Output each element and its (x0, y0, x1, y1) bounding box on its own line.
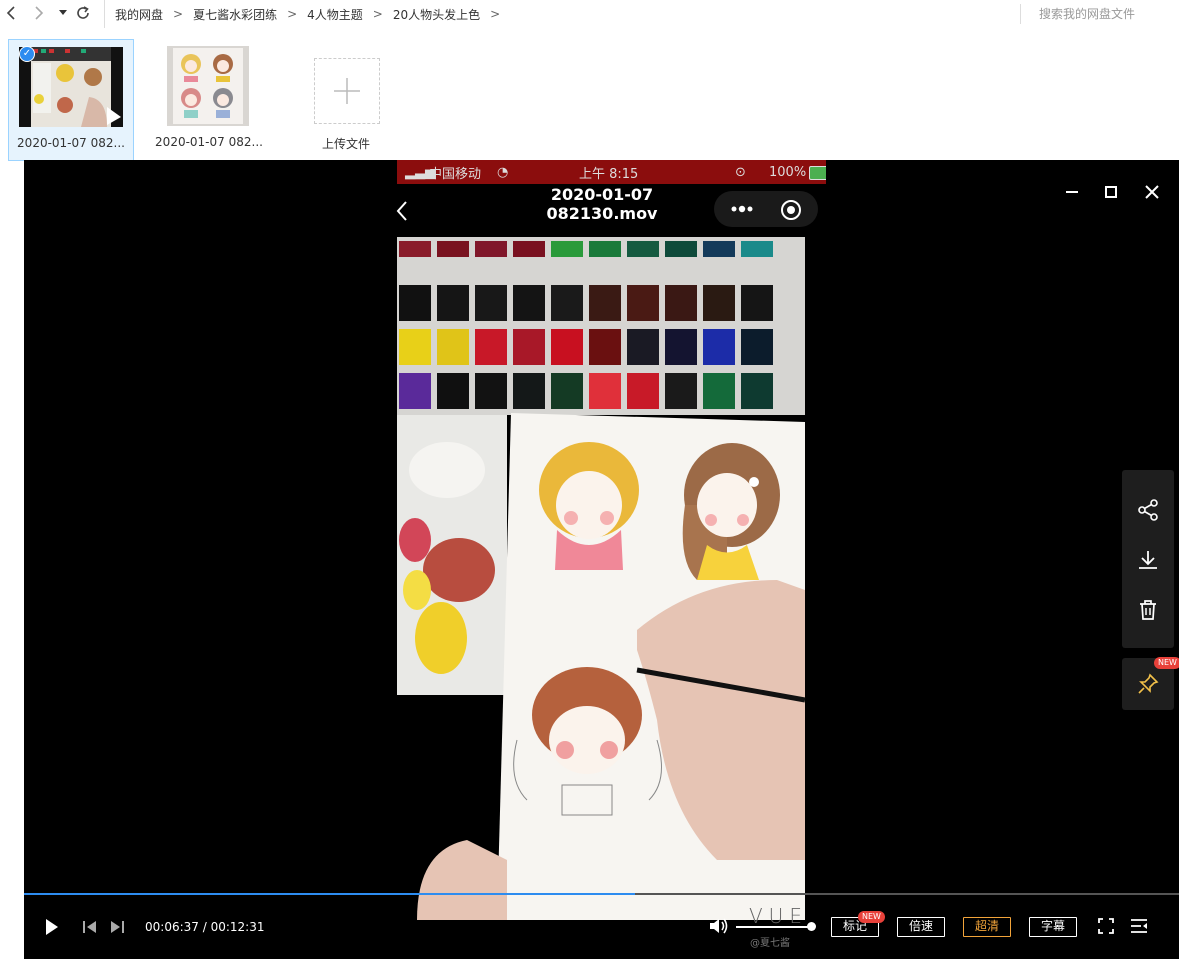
download-icon[interactable] (1136, 548, 1160, 572)
progress-fill (24, 893, 635, 895)
file-item-image[interactable]: 2020-01-07 082... (147, 39, 271, 159)
breadcrumb-item[interactable]: 4人物主题 (307, 6, 363, 23)
image-thumbnail (167, 46, 249, 126)
time-separator: / (202, 920, 211, 934)
previous-icon[interactable] (82, 919, 98, 938)
more-options-icon[interactable] (728, 201, 756, 217)
phone-status-bar: ▂▃▅ 中国移动 ◔ 上午 8:15 ⊙ 100% (397, 160, 826, 184)
quality-label: 超清 (974, 919, 999, 933)
share-icon[interactable] (1136, 498, 1160, 522)
maximize-icon[interactable] (1101, 182, 1121, 202)
file-item-video[interactable]: ✓ 2020-01-07 082... (8, 39, 134, 161)
breadcrumb-separator: > (372, 7, 383, 21)
time-display: 00:06:37 / 00:12:31 (145, 920, 265, 934)
control-bar: 00:06:37 / 00:12:31 VUE @夏七酱 标记 NEW 倍速 超… (24, 900, 1179, 959)
delete-icon[interactable] (1136, 598, 1160, 622)
navigation-bar: 我的网盘 > 夏七酱水彩团练 > 4人物主题 > 20人物头发上色 > (0, 0, 1195, 28)
breadcrumb-item[interactable]: 20人物头发上色 (393, 6, 480, 23)
search-input[interactable] (1020, 4, 1195, 24)
video-frame[interactable]: ▂▃▅ 中国移动 ◔ 上午 8:15 ⊙ 100% (397, 160, 826, 959)
minimize-icon[interactable] (1062, 182, 1082, 202)
back-arrow-icon[interactable] (396, 200, 416, 222)
battery-label: 100% (769, 164, 807, 180)
total-time: 00:12:31 (210, 920, 265, 934)
history-dropdown-icon[interactable] (54, 4, 72, 22)
pin-icon (1138, 673, 1159, 694)
next-icon[interactable] (109, 919, 125, 938)
refresh-icon[interactable] (74, 4, 92, 22)
volume-icon[interactable] (708, 916, 730, 940)
playlist-icon[interactable] (1130, 918, 1148, 938)
carrier-label: 中国移动 (429, 166, 482, 182)
pin-button[interactable]: NEW (1122, 657, 1179, 710)
volume-knob[interactable] (807, 922, 816, 931)
speed-button[interactable]: 倍速 (897, 917, 945, 937)
breadcrumb-item[interactable]: 夏七酱水彩团练 (193, 6, 277, 23)
back-icon[interactable] (2, 4, 20, 22)
volume-slider[interactable] (736, 926, 810, 928)
upload-label: 上传文件 (321, 137, 370, 151)
breadcrumb-separator: > (173, 7, 184, 21)
plus-icon (334, 78, 360, 104)
capsule-menu (714, 191, 818, 227)
upload-button[interactable] (314, 58, 380, 124)
file-grid: ✓ 2020-01-07 082... 2020-01-07 082... 上传… (0, 33, 1195, 161)
alarm-icon: ⊙ (735, 164, 746, 180)
new-badge: NEW (1154, 657, 1179, 669)
fullscreen-icon[interactable] (1098, 918, 1114, 938)
breadcrumb-separator: > (287, 7, 298, 21)
breadcrumb-item[interactable]: 我的网盘 (115, 6, 163, 23)
checkmark-icon[interactable]: ✓ (19, 46, 35, 62)
status-time: 上午 8:15 (579, 166, 639, 182)
watermark-author: @夏七酱 (750, 938, 790, 949)
close-icon[interactable] (1142, 182, 1162, 202)
file-name: 2020-01-07 082... (155, 135, 263, 149)
current-time: 00:06:37 (145, 920, 199, 934)
video-title: 2020-01-07 082130.mov (546, 185, 658, 223)
speed-label: 倍速 (908, 919, 933, 933)
close-miniprogram-icon[interactable] (780, 199, 802, 221)
video-player[interactable]: ▂▃▅ 中国移动 ◔ 上午 8:15 ⊙ 100% 2020-01-07 082… (24, 160, 1179, 959)
breadcrumb: 我的网盘 > 夏七酱水彩团练 > 4人物主题 > 20人物头发上色 > (104, 0, 510, 28)
subtitle-button[interactable]: 字幕 (1029, 917, 1077, 937)
subtitle-label: 字幕 (1040, 919, 1065, 933)
forward-icon[interactable] (30, 4, 48, 22)
breadcrumb-separator: > (490, 7, 501, 21)
battery-icon (809, 166, 826, 180)
video-content (397, 160, 826, 959)
quality-button[interactable]: 超清 (963, 917, 1011, 937)
new-badge: NEW (858, 911, 885, 923)
file-name: 2020-01-07 082... (17, 136, 125, 150)
play-icon[interactable] (44, 917, 60, 941)
wifi-icon: ◔ (497, 164, 509, 180)
side-action-panel (1122, 470, 1174, 648)
watermark: VUE (749, 904, 808, 928)
video-thumbnail (19, 47, 123, 127)
